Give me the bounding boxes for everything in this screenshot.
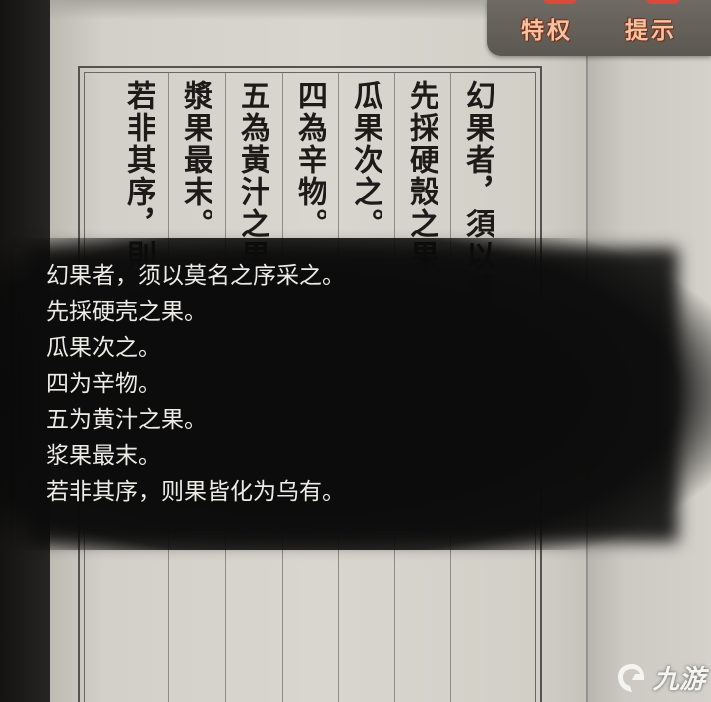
hint-badge-icon (646, 0, 680, 4)
translation-line: 先採硬壳之果。 (46, 299, 207, 325)
hint-button[interactable]: 提示 (603, 6, 699, 50)
privilege-badge-icon (543, 0, 577, 4)
translation-line: 浆果最末。 (46, 443, 161, 469)
jiuyou-logo-icon (617, 663, 645, 692)
watermark: 九游 (615, 659, 705, 696)
translation-line: 瓜果次之。 (46, 335, 161, 361)
translation-lines: 幻果者，须以莫名之序采之。 先採硬壳之果。 瓜果次之。 四为辛物。 五为黄汁之果… (46, 258, 666, 510)
privilege-button[interactable]: 特权 (499, 6, 595, 50)
watermark-text: 九游 (652, 665, 705, 695)
game-scene: 幻果者，須以莫名之序采之。 先採硬殼之果 瓜果次之。 四為辛物。 五為黃汁之果 … (0, 0, 711, 702)
translation-line: 五为黄汁之果。 (46, 407, 207, 433)
hint-button-label: 提示 (625, 18, 677, 44)
translation-line: 若非其序，则果皆化为乌有。 (46, 479, 345, 505)
privilege-button-label: 特权 (521, 18, 573, 44)
translation-line: 四为辛物。 (46, 371, 161, 397)
translation-line: 幻果者，须以莫名之序采之。 (46, 263, 345, 289)
top-button-bar: 特权 提示 (487, 0, 711, 56)
